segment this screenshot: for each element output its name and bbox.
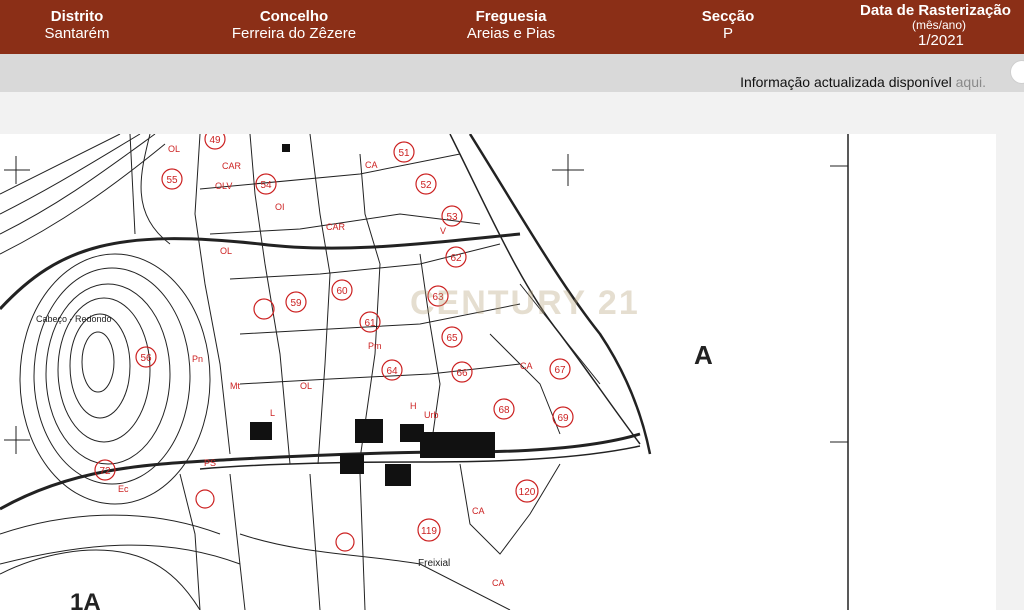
watermark: CENTURY 21 — [410, 284, 640, 322]
parcel-label: 120 — [519, 487, 536, 498]
svg-text:CA: CA — [492, 578, 505, 588]
parcel-label: 53 — [446, 212, 458, 223]
distrito-col: Distrito Santarém — [38, 8, 116, 43]
place-freixial: Freixial — [418, 558, 450, 569]
info-header: Distrito Santarém Concelho Ferreira do Z… — [0, 0, 1024, 54]
svg-text:Ec: Ec — [118, 484, 129, 494]
svg-text:OL: OL — [168, 144, 180, 154]
data-value: 1/2021 — [918, 32, 964, 49]
parcel-label: 62 — [450, 253, 462, 264]
round-button[interactable] — [1010, 60, 1024, 84]
svg-text:OL: OL — [220, 246, 232, 256]
parcel-label: 119 — [421, 526, 437, 537]
parcel-label: 52 — [420, 180, 432, 191]
parcel-label: 49 — [209, 135, 221, 146]
svg-text:CA: CA — [520, 361, 533, 371]
parcel-label: 54 — [260, 180, 272, 191]
section-a-label: A — [694, 340, 713, 370]
distrito-label: Distrito — [50, 8, 104, 25]
svg-text:OI: OI — [275, 202, 285, 212]
svg-text:H: H — [410, 401, 417, 411]
svg-text:L: L — [270, 408, 275, 418]
info-text: Informação actualizada disponível — [740, 74, 952, 90]
data-label: Data de Rasterização — [860, 2, 1011, 19]
svg-text:OLV: OLV — [215, 181, 232, 191]
svg-text:CAR: CAR — [326, 222, 346, 232]
parcel-label: 60 — [336, 286, 348, 297]
svg-text:V: V — [440, 226, 446, 236]
seccao-col: Secção P — [694, 8, 762, 43]
concelho-col: Concelho Ferreira do Zêzere — [222, 8, 366, 43]
parcel-label: 72 — [99, 466, 111, 477]
seccao-label: Secção — [701, 8, 755, 25]
info-bar: Informação actualizada disponível aqui. — [0, 54, 1024, 92]
section-1a-label: 1A — [70, 589, 101, 610]
parcel-label: 69 — [557, 413, 569, 424]
parcel-label: 55 — [166, 175, 178, 186]
parcel-label: 61 — [364, 318, 376, 329]
svg-text:PS: PS — [204, 458, 216, 468]
svg-text:Mt: Mt — [230, 381, 240, 391]
concelho-value: Ferreira do Zêzere — [231, 25, 357, 42]
freguesia-col: Freguesia Areias e Pias — [458, 8, 564, 43]
seccao-value: P — [722, 25, 733, 42]
svg-text:Pm: Pm — [368, 341, 382, 351]
distrito-value: Santarém — [44, 25, 110, 42]
info-link[interactable]: aqui. — [956, 74, 986, 90]
parcel-label: 56 — [140, 353, 152, 364]
data-sub: (mês/ano) — [912, 18, 967, 32]
svg-text:CA: CA — [365, 160, 378, 170]
svg-text:CAR: CAR — [222, 161, 242, 171]
parcel-label: 64 — [386, 366, 398, 377]
svg-text:Urb: Urb — [424, 410, 439, 420]
concelho-label: Concelho — [259, 8, 329, 25]
data-col: Data de Rasterização (mês/ano) 1/2021 — [860, 3, 1024, 50]
svg-text:Pn: Pn — [192, 354, 203, 364]
parcel-label: 68 — [498, 405, 510, 416]
freguesia-value: Areias e Pias — [466, 25, 556, 42]
place-cabeco: Cabeço - Redondo — [36, 314, 112, 324]
freguesia-label: Freguesia — [475, 8, 547, 25]
map-svg: 49 51 52 53 54 55 56 59 60 61 62 63 64 6… — [0, 134, 849, 610]
parcel-label: 66 — [456, 368, 468, 379]
parcel-label: 65 — [446, 333, 458, 344]
parcel-label: 67 — [554, 365, 566, 376]
parcel-label: 59 — [290, 298, 302, 309]
svg-text:CA: CA — [472, 506, 485, 516]
info-message: Informação actualizada disponível aqui. — [740, 74, 986, 90]
svg-text:OL: OL — [300, 381, 312, 391]
parcel-label: 51 — [398, 148, 410, 159]
cadastral-map[interactable]: 49 51 52 53 54 55 56 59 60 61 62 63 64 6… — [0, 134, 996, 610]
